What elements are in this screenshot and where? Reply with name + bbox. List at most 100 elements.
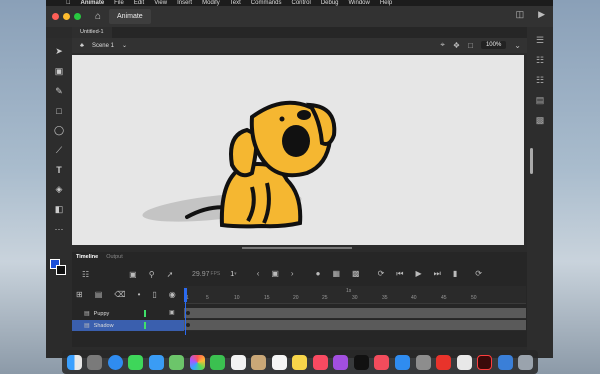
appstore-icon[interactable]	[395, 354, 410, 370]
stop-icon[interactable]: ▮	[453, 269, 457, 279]
fit-timeline-icon[interactable]: ⟳	[475, 269, 482, 279]
app-tab[interactable]: Animate	[109, 9, 151, 24]
loop-icon[interactable]: ⟳	[378, 269, 385, 279]
layer-color-bar	[144, 310, 146, 317]
playhead[interactable]	[184, 288, 187, 302]
create-tween-icon[interactable]: ▩	[352, 269, 360, 279]
layer-row-puppy[interactable]: ▤ Puppy ▣	[72, 308, 184, 319]
close-button[interactable]	[52, 13, 59, 20]
play-test-icon[interactable]: ▶	[538, 9, 545, 20]
timeline-tabs: Timeline Output	[76, 252, 123, 262]
launchpad-icon[interactable]	[87, 354, 103, 370]
titlebar-icons: ◫ ▶	[516, 9, 545, 20]
tab-output[interactable]: Output	[106, 252, 123, 262]
chevron-down-icon: ⌄	[121, 43, 127, 49]
messages-icon[interactable]	[128, 354, 144, 370]
notes-icon[interactable]	[292, 354, 308, 370]
creative-cloud-icon[interactable]	[436, 354, 452, 370]
paint-bucket-icon[interactable]: ◈	[56, 184, 63, 195]
fps-value[interactable]: 29.97	[192, 271, 210, 278]
contacts-icon[interactable]	[251, 354, 267, 370]
new-folder-icon[interactable]: ▤	[95, 290, 103, 299]
trash-icon[interactable]	[518, 354, 534, 370]
news-icon[interactable]	[374, 354, 390, 370]
brush-tool-icon[interactable]: ✎	[55, 86, 63, 97]
podcasts-icon[interactable]	[333, 354, 349, 370]
minimize-button[interactable]	[63, 13, 70, 20]
calendar-icon[interactable]	[230, 354, 246, 370]
ruler-mark: 50	[471, 295, 477, 301]
stage[interactable]	[72, 55, 524, 245]
vertical-scrollbar[interactable]	[530, 148, 533, 174]
tv-icon[interactable]	[353, 354, 369, 370]
text-tool-icon[interactable]: T	[56, 165, 62, 175]
layer-name[interactable]: Puppy	[94, 311, 110, 317]
step-back-icon[interactable]: ⏮	[396, 269, 403, 279]
ruler-mark: 25	[322, 295, 328, 301]
zoom-select[interactable]: 100%	[480, 41, 507, 49]
insert-keyframe-icon[interactable]: ▣	[271, 269, 279, 279]
finder-icon[interactable]	[66, 354, 82, 370]
outline-icon[interactable]: ▯	[152, 290, 156, 299]
mail-icon[interactable]	[148, 354, 164, 370]
keyframe[interactable]	[186, 323, 190, 327]
edit-bar: ♣ Scene 1 ⌄ ⌖ ❖ □ 100% ⌄	[72, 38, 527, 53]
rectangle-tool-icon[interactable]: □	[56, 106, 61, 116]
layer-track-puppy[interactable]	[184, 308, 526, 319]
horizontal-scrollbar[interactable]	[242, 247, 352, 249]
scene-selector[interactable]: ♣ Scene 1 ⌄	[80, 42, 127, 50]
facetime-icon[interactable]	[210, 354, 226, 370]
downloads-icon[interactable]	[497, 354, 513, 370]
ruler-mark: 35	[382, 295, 388, 301]
fps-unit: FPS	[210, 271, 221, 277]
edit-symbols-icon[interactable]: ❖	[453, 41, 460, 50]
prev-keyframe-icon[interactable]: ‹	[257, 269, 260, 279]
more-tools-icon[interactable]: ⋯	[55, 224, 64, 235]
play-icon[interactable]: ▶	[415, 269, 421, 279]
oval-tool-icon[interactable]: ◯	[54, 125, 64, 136]
home-icon[interactable]: ⌂	[91, 10, 105, 24]
center-stage-icon[interactable]: ⌖	[440, 40, 445, 50]
reminders-icon[interactable]	[271, 354, 287, 370]
photos-icon[interactable]	[189, 354, 205, 370]
settings-icon[interactable]	[415, 354, 431, 370]
selection-tool-icon[interactable]: ➤	[55, 46, 63, 57]
maps-icon[interactable]	[169, 354, 185, 370]
keyframe[interactable]	[186, 311, 190, 315]
frame-ruler[interactable]: 1s 1 5 10 15 20 25 30 35 40 45 50	[184, 286, 526, 304]
safari-icon[interactable]	[107, 354, 123, 370]
music-icon[interactable]	[312, 354, 328, 370]
visibility-icon[interactable]: ◉	[169, 290, 176, 299]
tab-timeline[interactable]: Timeline	[76, 252, 98, 262]
clip-icon[interactable]: □	[468, 41, 473, 50]
fill-color-swatch[interactable]	[56, 265, 66, 275]
properties-icon[interactable]: ☰	[536, 35, 544, 46]
step-forward-icon[interactable]: ⏭	[434, 269, 441, 279]
free-transform-icon[interactable]: ▣	[55, 66, 64, 77]
layer-row-shadow[interactable]: ▤ Shadow	[72, 320, 184, 331]
edit-multiple-frames-icon[interactable]: ▦	[332, 269, 340, 279]
assets-icon[interactable]: ☷	[536, 75, 544, 86]
chevron-down-icon[interactable]: ⌄	[514, 41, 521, 50]
library-icon[interactable]: ☷	[536, 55, 544, 66]
onion-skin-icon[interactable]: ●	[316, 269, 321, 279]
highlight-layer-icon[interactable]: •	[138, 290, 141, 299]
document-tab[interactable]: Untitled-1	[72, 27, 112, 38]
puppy-illustration[interactable]	[72, 55, 524, 245]
eraser-tool-icon[interactable]: ◧	[55, 204, 64, 215]
color-swatches[interactable]	[50, 259, 66, 275]
delete-layer-icon[interactable]: ⌫	[114, 290, 125, 299]
next-keyframe-icon[interactable]: ›	[291, 269, 294, 279]
lock-icon[interactable]: ▣	[169, 309, 175, 316]
color-icon[interactable]: ▩	[536, 115, 545, 126]
line-tool-icon[interactable]: ⟋	[56, 145, 62, 156]
align-icon[interactable]: ▤	[536, 95, 545, 106]
zoom-button[interactable]	[74, 13, 81, 20]
photoshop-icon[interactable]	[456, 354, 472, 370]
layer-header-icons: ⊞ ▤ ⌫ • ▯ ◉ ▣	[76, 290, 195, 299]
animate-icon[interactable]	[477, 354, 493, 370]
new-layer-icon[interactable]: ⊞	[76, 290, 83, 299]
layer-track-shadow[interactable]	[184, 320, 526, 331]
layer-name[interactable]: Shadow	[94, 323, 114, 329]
panel-toggle-icon[interactable]: ◫	[516, 9, 525, 20]
